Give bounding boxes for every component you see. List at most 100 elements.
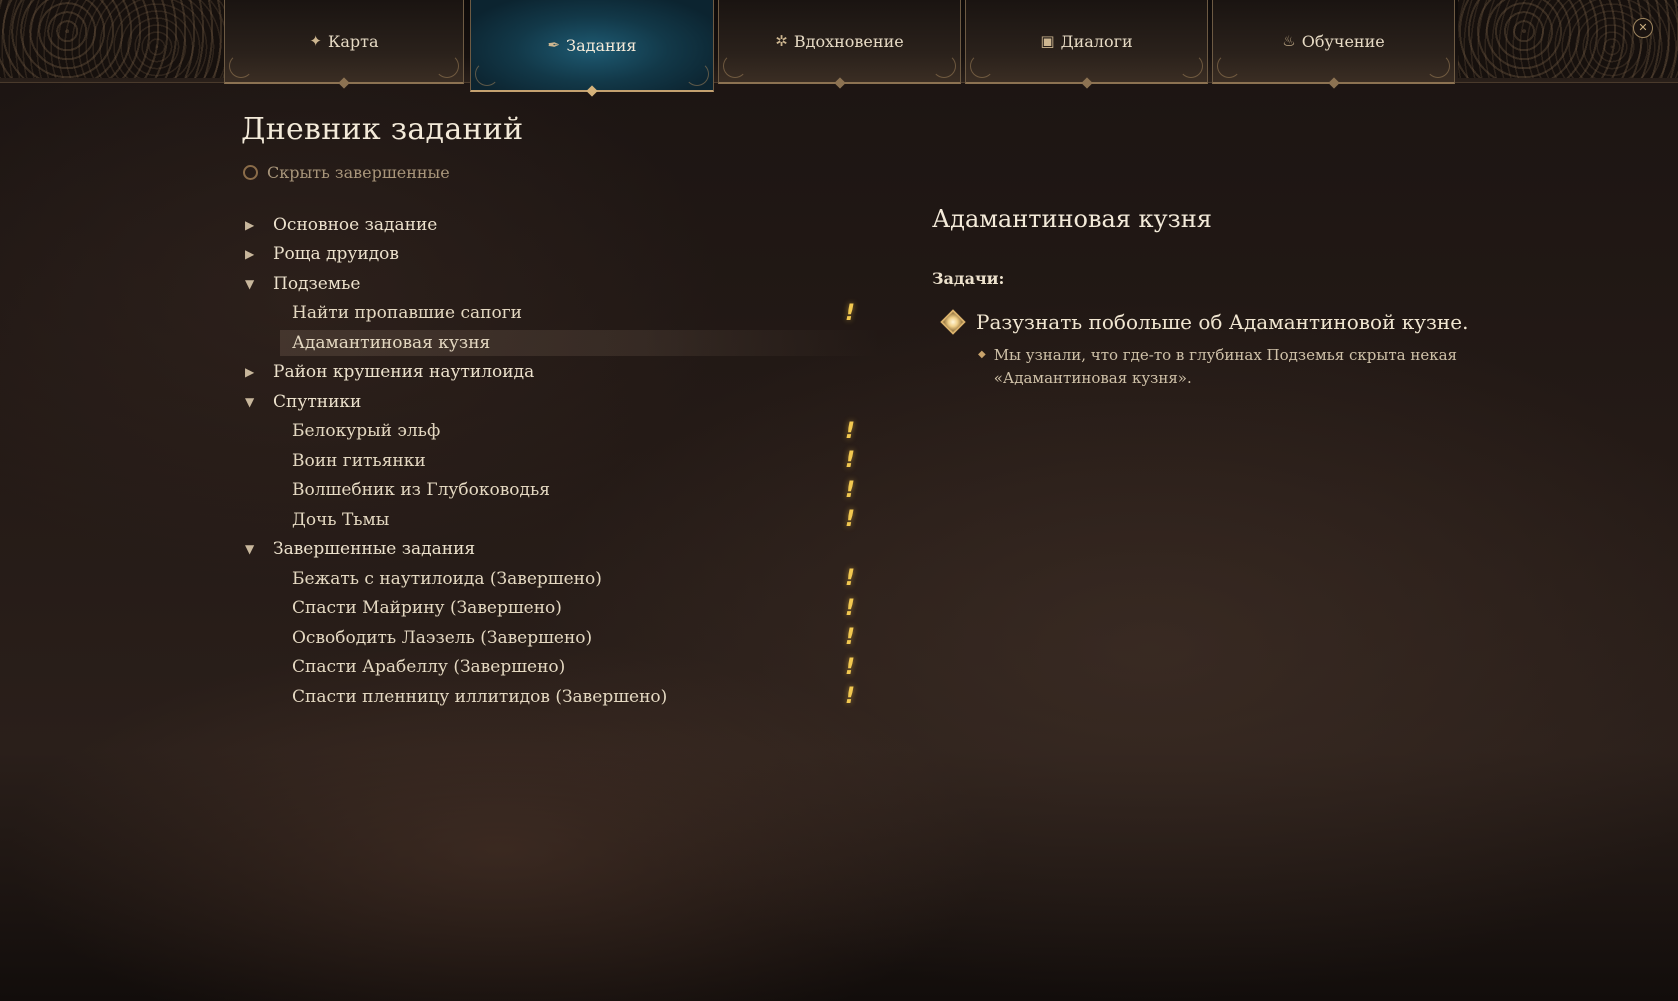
tab-tutorial[interactable]: ♨ Обучение [1212,0,1455,89]
quest-item-blonde-elf[interactable]: Белокурый эльф ! [245,417,865,447]
quest-item-label: Волшебник из Глубоководья [292,480,550,501]
tab-pip [1080,77,1093,89]
tab-corner-ornament [970,54,994,78]
quest-item-daughter-of-darkness[interactable]: Дочь Тьмы ! [245,505,865,535]
new-update-alert-icon: ! [845,300,856,326]
quest-item-adamantine-forge[interactable]: Адамантиновая кузня [245,328,880,358]
tab-quests-label: Задания [566,35,637,55]
tab-pip [1327,77,1340,89]
quest-group-druid-grove[interactable]: ▶ Роща друидов [245,240,865,270]
close-icon: ✕ [1638,21,1648,34]
quest-group-label: Подземье [273,273,361,294]
quest-group-label: Район крушения наутилоида [273,362,535,383]
objective-note: ◆ Мы узнали, что где-то в глубинах Подзе… [932,344,1492,390]
quest-item-save-arabella[interactable]: Спасти Арабеллу (Завершено) ! [245,653,865,683]
quest-item-githyanki-warrior[interactable]: Воин гитьянки ! [245,446,865,476]
quest-item-label: Спасти Майрину (Завершено) [292,598,562,619]
caret-down-icon: ▼ [245,394,255,409]
quest-group-label: Основное задание [273,214,438,235]
new-update-alert-icon: ! [845,507,856,532]
tab-corner-ornament [685,62,709,86]
quest-journal-screen: ✦ Карта ✒ Задания ✲ Вдохновение ▣ Диалог… [0,0,1678,1001]
quest-item-label: Спасти пленницу иллитидов (Завершено) [292,686,668,707]
top-navigation-bar: ✦ Карта ✒ Задания ✲ Вдохновение ▣ Диалог… [0,0,1678,97]
tab-corner-ornament [1179,54,1203,78]
quest-group-label: Спутники [273,391,362,412]
tab-corner-ornament [435,54,459,78]
quest-item-label: Адамантиновая кузня [292,332,491,353]
quest-item-label: Воин гитьянки [292,450,426,471]
new-update-alert-icon: ! [845,477,856,503]
quest-detail-title: Адамантиновая кузня [932,205,1212,233]
new-update-alert-icon: ! [845,654,856,680]
decorative-ornament-right [1458,0,1678,78]
decorative-ornament-left [0,0,224,78]
inspiration-icon: ✲ [775,32,788,50]
quest-item-label: Найти пропавшие сапоги [292,303,522,324]
objective-diamond-icon [940,309,966,335]
quest-item-escape-nautiloid[interactable]: Бежать с наутилоида (Завершено) ! [245,564,865,594]
new-update-alert-icon: ! [845,448,856,473]
quill-icon: ✒ [547,36,561,54]
tab-map[interactable]: ✦ Карта [224,0,464,89]
map-compass-icon: ✦ [309,32,322,50]
new-update-alert-icon: ! [845,595,856,621]
tab-dialogues-label: Диалоги [1060,31,1133,51]
close-button[interactable]: ✕ [1633,18,1653,38]
quest-item-save-mayrina[interactable]: Спасти Майрину (Завершено) ! [245,594,865,624]
tab-inspiration[interactable]: ✲ Вдохновение [718,0,961,89]
quest-group-label: Завершенные задания [273,539,476,560]
quest-item-missing-boots[interactable]: Найти пропавшие сапоги ! [245,299,865,329]
quest-item-label: Бежать с наутилоида (Завершено) [292,568,602,589]
flame-icon: ♨ [1282,32,1296,50]
quest-item-waterdeep-wizard[interactable]: Волшебник из Глубоководья ! [245,476,865,506]
tab-corner-ornament [932,54,956,78]
caret-right-icon: ▶ [245,217,255,232]
quest-group-label: Роща друидов [273,244,399,265]
tab-corner-ornament [1217,54,1241,78]
bullet-diamond-icon: ◆ [978,349,986,360]
tab-pip [833,77,846,89]
tab-dialogues[interactable]: ▣ Диалоги [965,0,1208,89]
new-update-alert-icon: ! [845,566,856,591]
toggle-circle-icon [243,165,258,180]
tab-corner-ornament [475,62,499,86]
page-title: Дневник заданий [241,112,524,147]
tasks-heading: Задачи: [932,269,1005,288]
quest-item-label: Дочь Тьмы [292,509,390,530]
caret-right-icon: ▶ [245,365,255,380]
new-update-alert-icon: ! [845,684,856,709]
objective-note-text: Мы узнали, что где-то в глубинах Подземь… [993,346,1458,387]
quest-detail-panel: Адамантиновая кузня Задачи: Разузнать по… [932,205,1492,390]
caret-right-icon: ▶ [245,247,255,262]
tab-corner-ornament [229,54,253,78]
tab-pip [338,77,350,89]
caret-down-icon: ▼ [245,542,255,557]
new-update-alert-icon: ! [845,418,856,444]
quest-group-nautiloid-crash[interactable]: ▶ Район крушения наутилоида [245,358,865,388]
quest-item-label: Освободить Лаэзель (Завершено) [292,627,593,648]
tab-inspiration-label: Вдохновение [793,31,904,51]
quest-group-underdark[interactable]: ▼ Подземье [245,269,865,299]
hide-completed-label: Скрыть завершенные [267,163,450,182]
quest-item-illithid-captive[interactable]: Спасти пленницу иллитидов (Завершено) ! [245,682,865,712]
new-update-alert-icon: ! [845,625,856,650]
dialogue-scroll-icon: ▣ [1040,32,1055,50]
tab-pip [586,85,598,97]
quest-list: ▶ Основное задание ▶ Роща друидов ▼ Подз… [245,210,880,712]
hide-completed-toggle[interactable]: Скрыть завершенные [243,163,450,182]
tab-quests[interactable]: ✒ Задания [470,0,714,97]
tab-map-label: Карта [328,31,379,51]
quest-group-completed[interactable]: ▼ Завершенные задания [245,535,865,565]
tab-corner-ornament [1426,54,1450,78]
quest-group-main[interactable]: ▶ Основное задание [245,210,865,240]
quest-item-label: Спасти Арабеллу (Завершено) [292,657,566,678]
quest-group-companions[interactable]: ▼ Спутники [245,387,865,417]
quest-objective: Разузнать побольше об Адамантиновой кузн… [932,309,1492,335]
quest-item-label: Белокурый эльф [292,421,441,442]
tab-tutorial-label: Обучение [1301,31,1385,51]
quest-item-free-laezel[interactable]: Освободить Лаэзель (Завершено) ! [245,623,865,653]
tab-corner-ornament [723,54,747,78]
caret-down-icon: ▼ [245,276,255,291]
objective-text: Разузнать побольше об Адамантиновой кузн… [976,310,1469,334]
